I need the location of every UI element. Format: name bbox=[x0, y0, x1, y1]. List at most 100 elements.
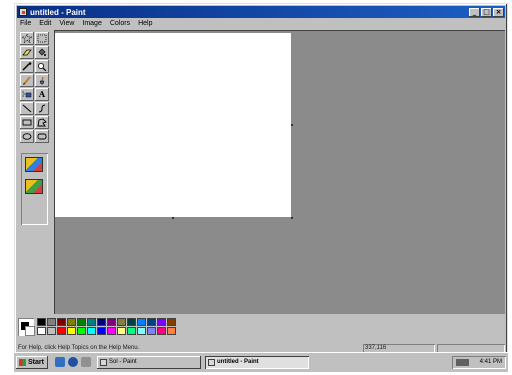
line-tool[interactable] bbox=[20, 102, 34, 115]
rect-select-tool[interactable] bbox=[35, 32, 49, 45]
ellipse-icon bbox=[22, 133, 32, 140]
paint-app-icon[interactable] bbox=[19, 8, 27, 16]
fill-tool[interactable] bbox=[35, 46, 49, 59]
resize-handle-bottom[interactable] bbox=[172, 217, 174, 219]
menu-view[interactable]: View bbox=[59, 19, 74, 29]
color-swatch[interactable] bbox=[117, 327, 126, 335]
start-label: Start bbox=[28, 359, 44, 366]
menu-help[interactable]: Help bbox=[138, 19, 152, 29]
rectangle-tool[interactable] bbox=[20, 116, 34, 129]
eraser-tool[interactable] bbox=[20, 46, 34, 59]
window-controls: _ □ × bbox=[469, 7, 504, 17]
color-swatch[interactable] bbox=[117, 318, 126, 326]
color-swatch[interactable] bbox=[67, 318, 76, 326]
transparent-option-icon[interactable] bbox=[25, 179, 43, 194]
color-swatch[interactable] bbox=[37, 318, 46, 326]
pick-color-tool[interactable] bbox=[20, 60, 34, 73]
menu-bar: File Edit View Image Colors Help bbox=[17, 19, 505, 29]
quick-launch-desktop-icon[interactable] bbox=[55, 357, 65, 367]
task-label: untitled - Paint bbox=[217, 359, 259, 365]
paint-window: untitled - Paint _ □ × File Edit View Im… bbox=[14, 3, 508, 371]
color-palette bbox=[17, 315, 505, 342]
menu-colors[interactable]: Colors bbox=[110, 19, 130, 29]
start-button[interactable]: Start bbox=[16, 356, 48, 369]
ellipse-tool[interactable] bbox=[20, 130, 34, 143]
free-form-select-tool[interactable] bbox=[20, 32, 34, 45]
color-swatch[interactable] bbox=[167, 318, 176, 326]
windows-logo-icon bbox=[19, 359, 26, 366]
taskbar-task-untitled-paint[interactable]: untitled - Paint bbox=[205, 356, 309, 369]
paint-task-icon bbox=[208, 359, 215, 366]
line-icon bbox=[22, 104, 32, 113]
tool-options-box bbox=[21, 153, 48, 225]
color-swatch[interactable] bbox=[127, 318, 136, 326]
task-label: Sol - Paint bbox=[109, 359, 137, 365]
color-swatch[interactable] bbox=[157, 327, 166, 335]
close-button[interactable]: × bbox=[493, 7, 504, 17]
title-bar[interactable]: untitled - Paint _ □ × bbox=[17, 6, 505, 18]
magnifier-tool[interactable] bbox=[35, 60, 49, 73]
canvas-area bbox=[54, 30, 505, 314]
color-swatch[interactable] bbox=[147, 318, 156, 326]
quick-launch-channels-icon[interactable] bbox=[81, 357, 91, 367]
curve-tool[interactable] bbox=[35, 102, 49, 115]
window-title: untitled - Paint bbox=[30, 7, 86, 17]
color-swatch[interactable] bbox=[97, 318, 106, 326]
menu-file[interactable]: File bbox=[20, 19, 31, 29]
color-swatch[interactable] bbox=[137, 327, 146, 335]
workspace: A bbox=[17, 30, 505, 314]
color-swatch[interactable] bbox=[107, 318, 116, 326]
rectangle-icon bbox=[22, 119, 32, 126]
rounded-rect-icon bbox=[37, 133, 47, 140]
paint-bucket-icon bbox=[38, 48, 46, 56]
color-swatch[interactable] bbox=[77, 318, 86, 326]
color-swatch[interactable] bbox=[127, 327, 136, 335]
airbrush-icon bbox=[22, 91, 32, 98]
color-swatch[interactable] bbox=[57, 318, 66, 326]
resize-handle-right[interactable] bbox=[291, 124, 293, 126]
magnifier-icon bbox=[38, 63, 47, 71]
taskbar-task-sol-paint[interactable]: Sol - Paint bbox=[97, 356, 201, 369]
menu-edit[interactable]: Edit bbox=[39, 19, 51, 29]
pencil-icon bbox=[23, 76, 31, 85]
airbrush-tool[interactable] bbox=[20, 88, 34, 101]
tray-keyboard-icon[interactable] bbox=[456, 359, 469, 366]
color-swatch[interactable] bbox=[87, 327, 96, 335]
color-swatch[interactable] bbox=[87, 318, 96, 326]
pencil-tool[interactable] bbox=[20, 74, 34, 87]
taskbar: Start Sol - Paint untitled - Paint 4:41 … bbox=[14, 352, 508, 372]
background-color bbox=[25, 326, 35, 336]
tools-grid: A bbox=[20, 32, 50, 143]
color-swatch[interactable] bbox=[107, 327, 116, 335]
color-swatch[interactable] bbox=[147, 327, 156, 335]
color-swatch[interactable] bbox=[67, 327, 76, 335]
polygon-tool[interactable] bbox=[35, 116, 49, 129]
star-select-icon bbox=[22, 34, 32, 43]
color-swatch[interactable] bbox=[47, 327, 56, 335]
drawing-canvas[interactable] bbox=[55, 33, 291, 217]
curve-icon bbox=[38, 104, 46, 113]
maximize-button[interactable]: □ bbox=[481, 7, 492, 17]
clock[interactable]: 4:41 PM bbox=[480, 356, 502, 369]
minimize-button[interactable]: _ bbox=[469, 7, 480, 17]
dashed-rect-icon bbox=[37, 34, 47, 43]
opaque-option-icon[interactable] bbox=[25, 157, 43, 172]
color-swatches bbox=[37, 318, 176, 335]
color-swatch[interactable] bbox=[97, 327, 106, 335]
color-swatch[interactable] bbox=[167, 327, 176, 335]
toolbox: A bbox=[18, 31, 51, 311]
color-swatch[interactable] bbox=[37, 327, 46, 335]
color-swatch[interactable] bbox=[57, 327, 66, 335]
text-tool[interactable]: A bbox=[35, 88, 49, 101]
polygon-icon bbox=[37, 118, 47, 127]
color-swatch[interactable] bbox=[137, 318, 146, 326]
color-swatch[interactable] bbox=[47, 318, 56, 326]
brush-tool[interactable] bbox=[35, 74, 49, 87]
rounded-rect-tool[interactable] bbox=[35, 130, 49, 143]
resize-handle-corner[interactable] bbox=[291, 217, 293, 219]
color-swatch[interactable] bbox=[77, 327, 86, 335]
quick-launch-browser-icon[interactable] bbox=[68, 357, 78, 367]
color-swatch[interactable] bbox=[157, 318, 166, 326]
menu-image[interactable]: Image bbox=[82, 19, 101, 29]
system-tray: 4:41 PM bbox=[452, 356, 506, 369]
